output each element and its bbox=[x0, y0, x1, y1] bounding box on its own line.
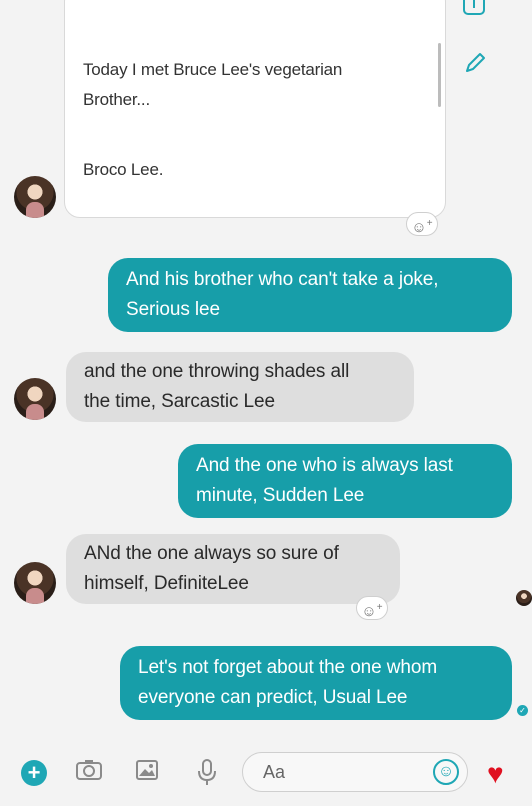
message-incoming[interactable]: ANd the one always so sure of himself, D… bbox=[66, 534, 400, 604]
plus-icon[interactable]: + bbox=[21, 760, 47, 786]
contact-avatar[interactable] bbox=[14, 176, 56, 218]
image-icon[interactable] bbox=[132, 758, 162, 788]
message-incoming[interactable]: and the one throwing shades all the time… bbox=[66, 352, 414, 422]
chat-thread: Today I met Bruce Lee's vegetarian Broth… bbox=[0, 0, 532, 806]
camera-icon[interactable] bbox=[74, 758, 104, 788]
post-line-2: Broco Lee. bbox=[83, 160, 164, 179]
add-reaction-button[interactable]: ☺+ bbox=[406, 212, 438, 236]
post-scrollbar[interactable] bbox=[438, 43, 441, 107]
contact-avatar[interactable] bbox=[14, 562, 56, 604]
heart-icon[interactable]: ♥ bbox=[487, 754, 504, 794]
seen-avatar bbox=[516, 590, 532, 606]
message-composer: + Aa ☺ ♥ bbox=[0, 744, 532, 806]
add-reaction-button[interactable]: ☺+ bbox=[356, 596, 388, 620]
microphone-icon[interactable] bbox=[192, 758, 222, 788]
message-outgoing[interactable]: And the one who is always last minute, S… bbox=[178, 444, 512, 518]
message-outgoing[interactable]: And his brother who can't take a joke, S… bbox=[108, 258, 512, 332]
post-text: Today I met Bruce Lee's vegetarian Broth… bbox=[83, 25, 423, 215]
contact-avatar[interactable] bbox=[14, 378, 56, 420]
emoji-icon[interactable]: ☺ bbox=[433, 759, 459, 785]
emoji-icon: ☺ bbox=[361, 603, 377, 620]
message-input[interactable]: Aa ☺ bbox=[242, 752, 468, 792]
message-outgoing[interactable]: Let's not forget about the one whom ever… bbox=[120, 646, 512, 720]
edit-pencil-icon[interactable] bbox=[462, 50, 488, 82]
read-receipt-icon: ✓ bbox=[517, 705, 528, 716]
shared-post-card[interactable]: Today I met Bruce Lee's vegetarian Broth… bbox=[64, 0, 446, 218]
post-line-1: Today I met Bruce Lee's vegetarian Broth… bbox=[83, 60, 343, 109]
share-icon[interactable] bbox=[462, 0, 486, 22]
message-input-placeholder: Aa bbox=[263, 762, 286, 782]
emoji-icon: ☺ bbox=[411, 219, 427, 236]
